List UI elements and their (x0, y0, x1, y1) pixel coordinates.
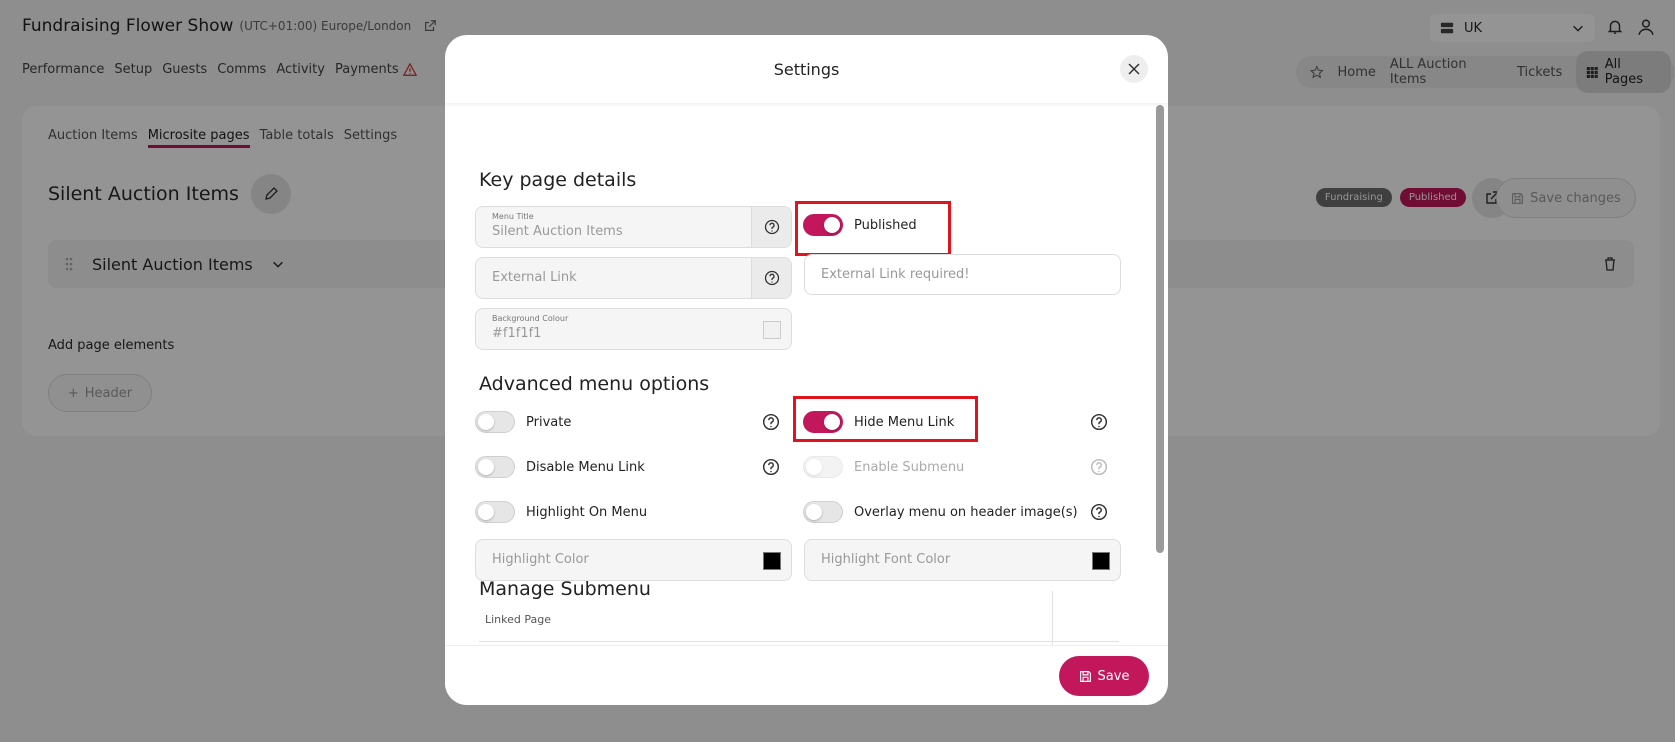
background-colour-field[interactable]: Background Colour #f1f1f1 (475, 308, 792, 350)
submenu-heading: Manage Submenu (479, 578, 651, 600)
enable-submenu-label: Enable Submenu (854, 460, 965, 475)
modal-title: Settings (773, 59, 840, 79)
modal-body: Key page details Menu Title Silent Aucti… (445, 103, 1168, 645)
overlay-menu-label: Overlay menu on header image(s) (854, 505, 1078, 520)
column-divider (1052, 591, 1053, 645)
highlight-color-field[interactable]: Highlight Color (475, 539, 792, 581)
background-colour-swatch[interactable] (763, 321, 781, 339)
menu-title-field[interactable]: Menu Title Silent Auction Items (475, 206, 792, 248)
external-link-placeholder: External Link (492, 270, 577, 285)
close-button[interactable] (1120, 55, 1148, 83)
background-colour-value: #f1f1f1 (492, 326, 542, 341)
enable-submenu-toggle[interactable] (803, 456, 843, 478)
floppy-icon (1079, 670, 1091, 682)
highlight-on-menu-label: Highlight On Menu (526, 505, 648, 520)
highlight-font-color-field[interactable]: Highlight Font Color (804, 539, 1121, 581)
modal-footer: Save (445, 645, 1168, 705)
highlight-color-placeholder: Highlight Color (492, 552, 589, 567)
question-icon[interactable] (1090, 413, 1108, 431)
question-icon (764, 219, 779, 235)
private-label: Private (526, 415, 572, 430)
modal-header: Settings (445, 35, 1168, 103)
save-label: Save (1097, 668, 1130, 684)
key-details-heading: Key page details (479, 169, 637, 191)
highlight-color-swatch[interactable] (763, 552, 781, 570)
advanced-heading: Advanced menu options (479, 373, 710, 395)
save-button[interactable]: Save (1059, 656, 1149, 696)
menu-title-value: Silent Auction Items (492, 224, 623, 239)
disable-menu-link-label: Disable Menu Link (526, 460, 645, 475)
external-link-help[interactable] (751, 258, 791, 298)
menu-title-label: Menu Title (492, 212, 534, 221)
question-icon[interactable] (762, 413, 780, 431)
disable-menu-link-toggle[interactable] (475, 456, 515, 478)
external-link-field[interactable]: External Link (475, 257, 792, 299)
overlay-menu-toggle[interactable] (803, 501, 843, 523)
question-icon[interactable] (1090, 458, 1108, 476)
highlight-on-menu-toggle[interactable] (475, 501, 515, 523)
highlight-font-color-placeholder: Highlight Font Color (821, 552, 951, 567)
close-icon (1128, 63, 1140, 75)
menu-title-help[interactable] (751, 207, 791, 247)
question-icon (764, 270, 779, 286)
highlight-font-color-swatch[interactable] (1092, 552, 1110, 570)
highlight-box-published (795, 201, 951, 256)
settings-modal: Settings Key page details Menu Title Sil… (445, 35, 1168, 705)
modal-scrollbar[interactable] (1156, 105, 1164, 553)
table-divider (479, 641, 1119, 642)
question-icon[interactable] (762, 458, 780, 476)
question-icon[interactable] (1090, 503, 1108, 521)
private-toggle[interactable] (475, 411, 515, 433)
background-colour-label: Background Colour (492, 314, 569, 323)
external-link-error-field: External Link required! (804, 254, 1121, 295)
external-link-error: External Link required! (821, 267, 970, 282)
highlight-box-hide-menu-link (793, 396, 978, 442)
linked-page-column-header: Linked Page (485, 613, 552, 626)
